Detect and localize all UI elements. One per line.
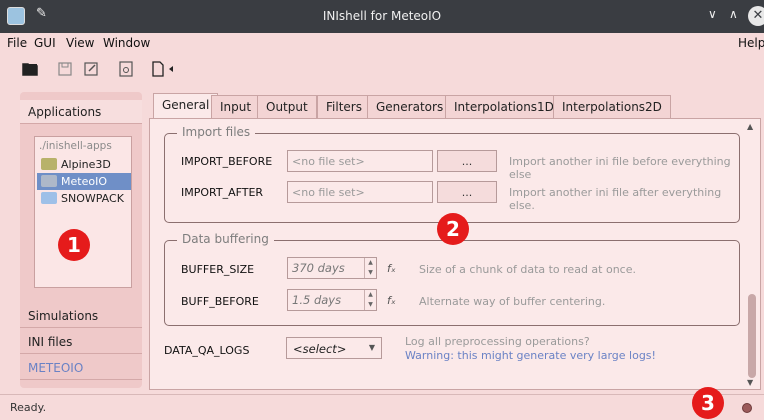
spin-arrows-icon[interactable]: ▲ ▼ <box>364 258 376 278</box>
import-before-browse-button[interactable]: ... <box>437 150 497 172</box>
app-list: ./inishell-apps Alpine3D MeteoIO SNOWPAC… <box>34 136 132 288</box>
formula-icon[interactable]: fₓ <box>387 262 396 275</box>
annotation-badge-1: 1 <box>58 229 90 261</box>
scroll-down-icon[interactable]: ▼ <box>747 378 753 387</box>
import-before-input[interactable]: <no file set> <box>287 150 433 172</box>
title-bar: ✎ INIshell for MeteoIO ∨ ∧ ✕ <box>0 0 764 33</box>
tab-general[interactable]: General <box>153 93 219 119</box>
app-item-alpine3d[interactable]: Alpine3D <box>37 156 131 173</box>
data-qa-logs-label: DATA_QA_LOGS <box>164 344 250 357</box>
app-item-snowpack[interactable]: SNOWPACK <box>37 190 131 207</box>
meteoio-icon <box>41 175 57 187</box>
snowflake-icon <box>41 192 57 204</box>
app-item-label: SNOWPACK <box>61 192 124 205</box>
spin-arrows-icon[interactable]: ▲ ▼ <box>364 290 376 310</box>
app-item-meteoio[interactable]: MeteoIO <box>37 173 131 190</box>
minimize-button[interactable]: ∨ <box>708 7 717 21</box>
buffer-size-label: BUFFER_SIZE <box>181 263 255 276</box>
formula-icon[interactable]: fₓ <box>387 294 396 307</box>
general-tab-panel: Import files IMPORT_BEFORE <no file set>… <box>149 118 761 390</box>
close-button[interactable]: ✕ <box>748 6 764 26</box>
maximize-button[interactable]: ∧ <box>729 7 738 21</box>
app-item-label: MeteoIO <box>61 175 107 188</box>
menu-file[interactable]: File <box>7 36 27 50</box>
sidebar-tab-ini-files[interactable]: INI files <box>20 330 142 354</box>
window-title: INIshell for MeteoIO <box>322 9 442 23</box>
toolbar <box>0 53 764 85</box>
tab-output[interactable]: Output <box>257 95 317 118</box>
vertical-scrollbar[interactable]: ▲ ▼ <box>746 122 758 387</box>
buffer-size-hint: Size of a chunk of data to read at once. <box>419 263 636 276</box>
data-qa-logs-hint: Log all preprocessing operations? <box>405 335 590 348</box>
tab-generators[interactable]: Generators <box>367 95 453 118</box>
menu-gui[interactable]: GUI <box>34 36 56 50</box>
tab-input[interactable]: Input <box>211 95 261 118</box>
tab-filters[interactable]: Filters <box>317 95 371 118</box>
import-files-group: Import files IMPORT_BEFORE <no file set>… <box>164 125 740 223</box>
import-after-input[interactable]: <no file set> <box>287 181 433 203</box>
annotation-badge-3: 3 <box>692 387 724 419</box>
tab-interpolations1d[interactable]: Interpolations1D <box>445 95 563 118</box>
status-indicator-icon <box>742 403 752 413</box>
app-item-label: Alpine3D <box>61 158 111 171</box>
preview-icon[interactable] <box>118 61 134 77</box>
sidebar-tab-applications[interactable]: Applications <box>20 100 142 124</box>
scroll-up-icon[interactable]: ▲ <box>747 122 753 131</box>
data-qa-logs-warning: Warning: this might generate very large … <box>405 349 656 362</box>
new-file-icon[interactable] <box>150 61 166 77</box>
menu-window[interactable]: Window <box>103 36 150 50</box>
buffer-size-value: 370 days <box>292 261 345 275</box>
buffer-size-spinbox[interactable]: 370 days ▲ ▼ <box>287 257 377 279</box>
annotation-badge-2: 2 <box>437 213 469 245</box>
import-after-label: IMPORT_AFTER <box>181 186 264 199</box>
status-bar: Ready. <box>0 394 764 420</box>
menu-help[interactable]: Help <box>738 36 764 50</box>
import-files-legend: Import files <box>177 125 256 139</box>
import-after-hint: Import another ini file after everything… <box>509 186 722 212</box>
data-buffering-group: Data buffering BUFFER_SIZE 370 days ▲ ▼ f… <box>164 232 740 326</box>
buff-before-label: BUFF_BEFORE <box>181 295 259 308</box>
data-qa-logs-select[interactable]: <select> ▼ <box>286 337 382 359</box>
buff-before-hint: Alternate way of buffer centering. <box>419 295 606 308</box>
chevron-down-icon: ▼ <box>368 343 375 352</box>
data-buffering-legend: Data buffering <box>177 232 274 246</box>
import-before-label: IMPORT_BEFORE <box>181 155 273 168</box>
status-text: Ready. <box>10 401 47 414</box>
buff-before-spinbox[interactable]: 1.5 days ▲ ▼ <box>287 289 377 311</box>
import-after-browse-button[interactable]: ... <box>437 181 497 203</box>
alpine3d-icon <box>41 158 57 170</box>
save-icon[interactable] <box>57 61 73 77</box>
buff-before-value: 1.5 days <box>292 293 342 307</box>
sidebar-tab-simulations[interactable]: Simulations <box>20 304 142 328</box>
open-folder-icon[interactable] <box>22 61 38 77</box>
data-qa-logs-select-value: <select> <box>293 342 347 356</box>
menu-bar: File GUI View Window Help <box>0 33 764 53</box>
menu-view[interactable]: View <box>66 36 94 50</box>
tab-interpolations2d[interactable]: Interpolations2D <box>553 95 671 118</box>
save-as-icon[interactable] <box>83 61 99 77</box>
import-before-hint: Import another ini file before everythin… <box>509 155 731 181</box>
sidebar-tab-meteoio[interactable]: METEOIO <box>20 356 142 380</box>
app-list-header: ./inishell-apps <box>39 140 112 152</box>
dropdown-arrow-icon[interactable] <box>167 61 175 77</box>
scrollbar-thumb[interactable] <box>748 294 756 378</box>
